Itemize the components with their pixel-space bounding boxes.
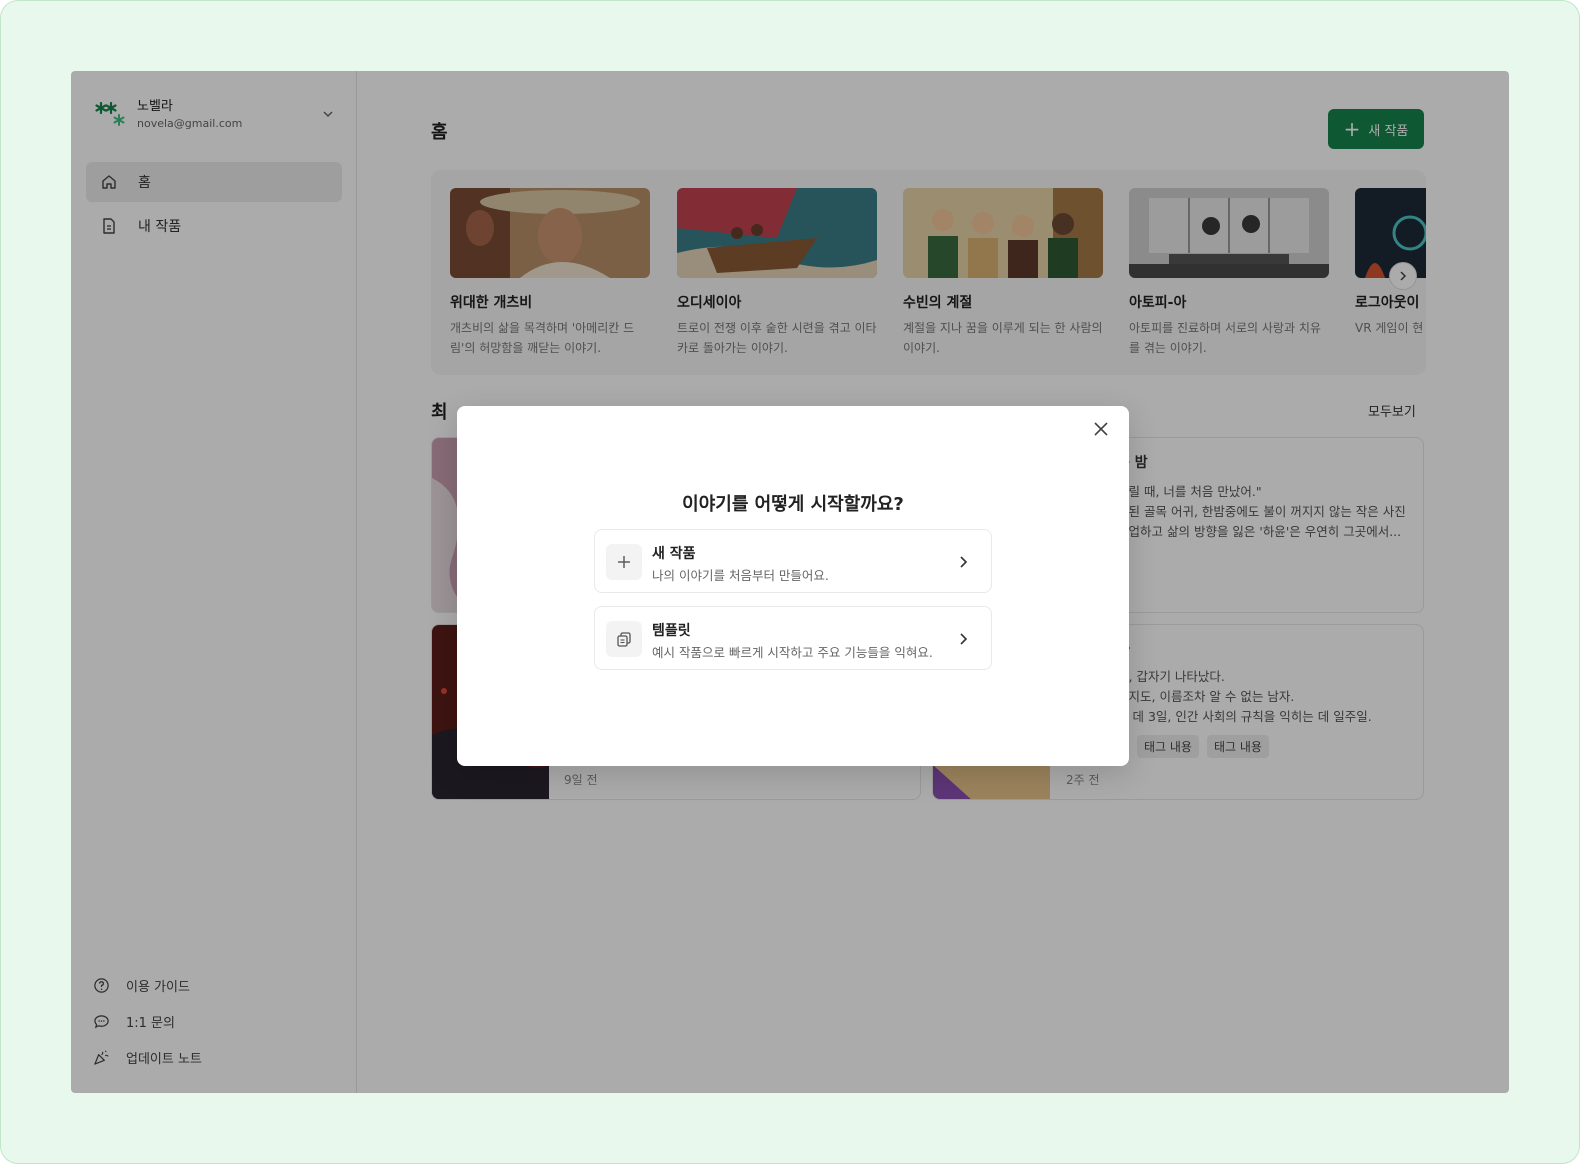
close-icon[interactable] — [1091, 419, 1111, 439]
start-story-modal: 이야기를 어떻게 시작할까요? 새 작품 나의 이야기를 처음부터 만들어요. … — [457, 406, 1129, 766]
plus-icon — [606, 544, 642, 580]
option-title: 템플릿 — [652, 623, 691, 639]
option-new-work[interactable]: 새 작품 나의 이야기를 처음부터 만들어요. — [594, 529, 992, 593]
chevron-right-icon — [960, 633, 968, 645]
copy-icon — [606, 621, 642, 657]
modal-title: 이야기를 어떻게 시작할까요? — [682, 494, 904, 515]
option-title: 새 작품 — [652, 546, 696, 562]
option-template[interactable]: 템플릿 예시 작품으로 빠르게 시작하고 주요 기능들을 익혀요. — [594, 606, 992, 670]
chevron-right-icon — [960, 556, 968, 568]
option-description: 나의 이야기를 처음부터 만들어요. — [652, 568, 829, 583]
option-description: 예시 작품으로 빠르게 시작하고 주요 기능들을 익혀요. — [652, 645, 933, 660]
